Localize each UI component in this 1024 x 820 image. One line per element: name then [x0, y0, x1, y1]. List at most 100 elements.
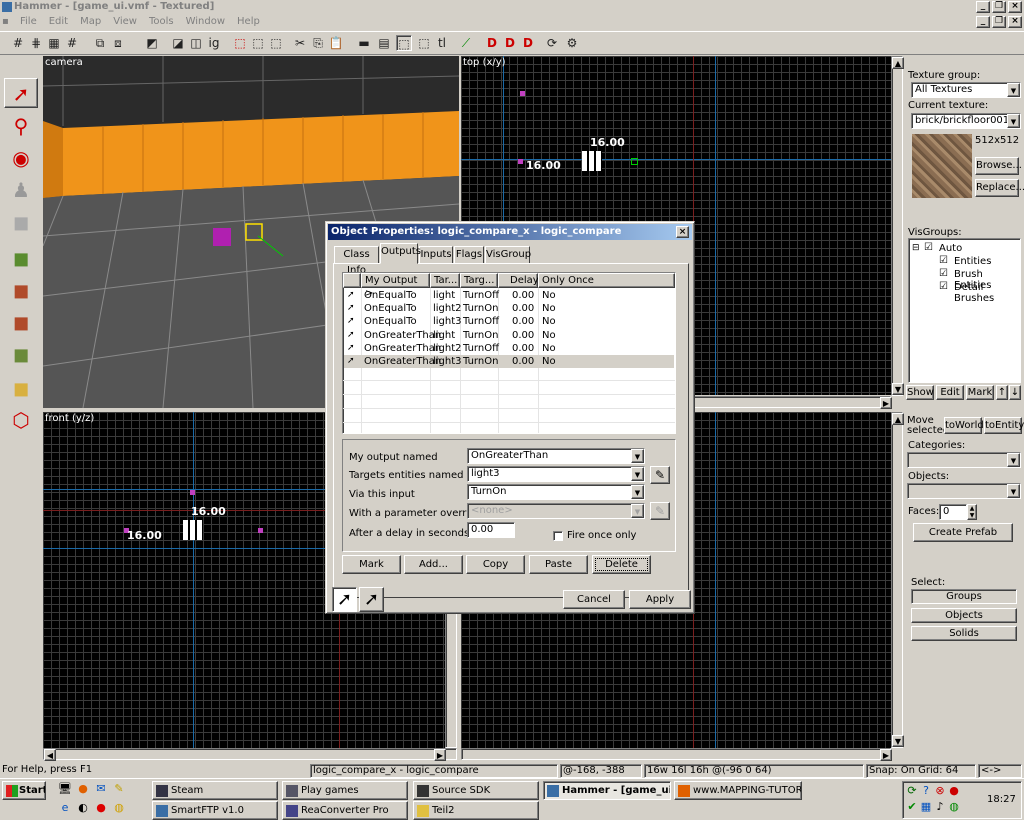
hide-icon[interactable]: ◪	[170, 35, 186, 51]
grid-smaller-icon[interactable]: ▦	[46, 35, 62, 51]
show-button[interactable]: Show	[906, 385, 934, 400]
to-entity-button[interactable]: toEntity	[984, 417, 1024, 434]
selected-entity-front[interactable]	[183, 520, 203, 540]
tab-visgroup[interactable]: VisGroup	[485, 246, 531, 264]
scroll-right-icon[interactable]: ▶	[434, 749, 446, 761]
menu-edit[interactable]: Edit	[43, 14, 74, 30]
table-row[interactable]: ➚ OnGreaterThan light TurnOn 0.00 No	[344, 329, 674, 342]
inputs-mode-icon[interactable]: ➚	[359, 587, 384, 612]
col-icon-header[interactable]	[343, 273, 361, 288]
show-io-icon[interactable]: D	[484, 35, 500, 51]
chevron-down-icon[interactable]: ▼	[1007, 484, 1020, 498]
tray-check-icon[interactable]: ✔	[905, 800, 919, 814]
tab-outputs[interactable]: Outputs	[380, 243, 421, 264]
table-row[interactable]: ➚ OnGreaterThan light2 TurnOff 0.00 No	[344, 342, 674, 355]
grid-3d-icon[interactable]: ⋕	[28, 35, 44, 51]
doc-close-button[interactable]: ×	[1008, 16, 1022, 28]
carve-icon[interactable]: ⧉	[92, 35, 108, 51]
ie-icon[interactable]: e	[58, 801, 72, 815]
tray-app-icon[interactable]: ⟳	[905, 784, 919, 798]
delay-input[interactable]: 0.00	[467, 522, 515, 538]
compile-icon[interactable]: ⚙	[564, 35, 580, 51]
replace-button[interactable]: Replace...	[975, 179, 1024, 197]
grid-toggle-icon[interactable]: #	[10, 35, 26, 51]
targets-select[interactable]: light3 ▼	[467, 466, 645, 482]
task-reaconverter[interactable]: ReaConverter Pro	[282, 801, 408, 820]
io-errors-icon[interactable]: D	[520, 35, 536, 51]
tray-security-icon[interactable]: ⊗	[933, 784, 947, 798]
textured-icon[interactable]: ▤	[376, 35, 392, 51]
start-button[interactable]: Start	[2, 781, 46, 800]
block-tool-icon[interactable]: ◼	[4, 207, 38, 237]
unhide-icon[interactable]: ◫	[188, 35, 204, 51]
tray-volume-icon[interactable]: ♪	[933, 800, 947, 814]
vertex-tool-icon[interactable]: ⬡	[4, 405, 38, 435]
chevron-down-icon[interactable]: ▼	[631, 467, 644, 481]
select-groups-button[interactable]: Groups	[911, 589, 1017, 604]
apply-texture-icon[interactable]: ◼	[4, 275, 38, 305]
side-vscroll[interactable]: ▲ ▼	[891, 412, 904, 748]
select-box-icon[interactable]: ⬚	[396, 35, 412, 51]
scroll-left-icon[interactable]: ◀	[44, 749, 56, 761]
align-icon[interactable]: ⬚	[268, 35, 284, 51]
decal-tool-icon[interactable]: ◼	[4, 307, 38, 337]
run-map-icon[interactable]: ⟋	[458, 35, 474, 51]
objects-select[interactable]: ▼	[907, 483, 1021, 499]
texture-lock-icon[interactable]: ◩	[144, 35, 160, 51]
outputs-list[interactable]: My Output > Tar... Targ... Delay Only On…	[342, 272, 676, 434]
delete-output-button[interactable]: Delete	[592, 555, 651, 574]
restore-button[interactable]: ❐	[992, 1, 1006, 13]
doc-minimize-button[interactable]: _	[976, 16, 990, 28]
menu-view[interactable]: View	[107, 14, 143, 30]
output-named-select[interactable]: OnGreaterThan ▼	[467, 448, 645, 464]
add-output-button[interactable]: Add...	[404, 555, 463, 574]
tray-help-icon[interactable]: ?	[919, 784, 933, 798]
visgroups-tree[interactable]: ⊟ ☑ Auto ☑ Entities ☑ Brush Entities ☑ D…	[908, 238, 1021, 383]
col-delay-header[interactable]: Delay	[498, 273, 539, 288]
tab-class-info[interactable]: Class Info	[334, 246, 379, 276]
doc-restore-button[interactable]: ❐	[992, 16, 1006, 28]
cordon-icon[interactable]: ⬚	[232, 35, 248, 51]
check-map-icon[interactable]: ⟳	[544, 35, 560, 51]
copy-output-button[interactable]: Copy	[466, 555, 525, 574]
tree-collapse-icon[interactable]: ⊟	[912, 243, 920, 253]
media-icon[interactable]: ◐	[76, 801, 90, 815]
tab-flags[interactable]: Flags	[454, 246, 484, 264]
texture-tool-icon[interactable]: ◼	[4, 243, 38, 273]
front-hscroll[interactable]: ◀ ▶	[43, 748, 457, 761]
param-select[interactable]: <none> ▼	[467, 503, 645, 519]
tray-alert-icon[interactable]: ●	[947, 784, 961, 798]
chevron-down-icon[interactable]: ▼	[631, 485, 644, 499]
tray-network-icon[interactable]: ▦	[919, 800, 933, 814]
mark-output-button[interactable]: Mark	[342, 555, 401, 574]
arrow-down-icon[interactable]: ↓	[1009, 385, 1021, 400]
eyedropper-icon[interactable]: ✎	[650, 466, 670, 484]
copy-icon[interactable]: ⎘	[310, 35, 326, 51]
task-smartftp[interactable]: SmartFTP v1.0	[152, 801, 278, 820]
selected-entity[interactable]	[582, 151, 602, 171]
paste-icon[interactable]: 📋	[328, 35, 344, 51]
checkbox-checked-icon[interactable]: ☑	[939, 255, 948, 266]
checkbox-checked-icon[interactable]: ☑	[939, 268, 948, 279]
paste-output-button[interactable]: Paste	[529, 555, 588, 574]
table-row[interactable]: ➚ OnEqualTo light TurnOff 0.00 No	[344, 289, 674, 302]
task-source-sdk[interactable]: Source SDK	[413, 781, 539, 800]
tab-inputs[interactable]: Inputs	[419, 246, 453, 264]
categories-select[interactable]: ▼	[907, 452, 1021, 468]
checkbox-checked-icon[interactable]: ☑	[939, 281, 948, 292]
pencil-icon[interactable]: ✎	[112, 782, 126, 796]
create-prefab-button[interactable]: Create Prefab	[913, 523, 1013, 542]
chevron-down-icon[interactable]: ▼	[631, 449, 644, 463]
to-world-button[interactable]: toWorld	[944, 417, 984, 434]
scroll-right-icon[interactable]: ▶	[880, 749, 892, 761]
side-hscroll[interactable]: ▶	[461, 748, 892, 761]
snap-icon[interactable]: ⬚	[250, 35, 266, 51]
texture-group-select[interactable]: All Textures ▼	[911, 82, 1021, 98]
task-mapping-tutorial[interactable]: www.MAPPING-TUTORIA...	[674, 781, 802, 800]
doc-icon[interactable]: ▪	[0, 14, 14, 28]
overlay-tool-icon[interactable]: ◼	[4, 339, 38, 369]
selection-tool-icon[interactable]: ➚	[4, 78, 38, 108]
show-io-all-icon[interactable]: D	[502, 35, 518, 51]
show-desktop-icon[interactable]: 🖥	[58, 782, 72, 796]
group-icon[interactable]: ⧈	[110, 35, 126, 51]
